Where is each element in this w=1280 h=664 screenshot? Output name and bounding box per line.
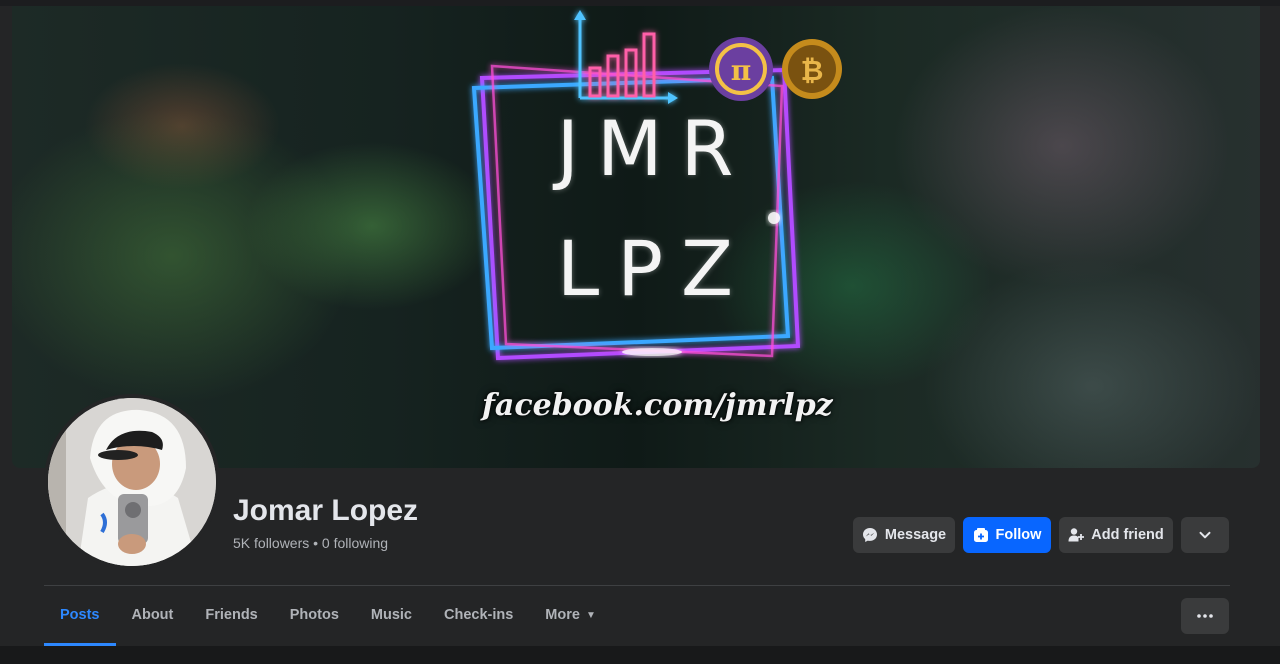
svg-text:₿: ₿ — [801, 54, 824, 87]
cover-photo[interactable]: π ₿ JMR LPZ facebook.com/jmrlpz — [12, 6, 1260, 468]
profile-name: Jomar Lopez — [233, 494, 419, 527]
cover-url-text: facebook.com/jmrlpz — [482, 388, 833, 423]
tab-label: Check-ins — [443, 607, 514, 623]
messenger-icon — [862, 528, 877, 542]
tab-photos[interactable]: Photos — [274, 586, 355, 644]
tab-check-ins[interactable]: Check-ins — [428, 586, 529, 644]
profile-tabs: Posts About Friends Photos Music Check-i… — [44, 586, 612, 646]
tab-label: More — [545, 607, 580, 623]
tab-more[interactable]: More ▼ — [529, 586, 612, 644]
follow-button[interactable]: Follow — [963, 517, 1051, 553]
add-friend-icon — [1068, 528, 1085, 542]
pi-coin-icon: π — [709, 37, 773, 101]
profile-avatar[interactable] — [44, 394, 220, 570]
tab-label: About — [131, 607, 174, 623]
tab-label: Music — [370, 607, 412, 623]
profile-stats[interactable]: 5K followers • 0 following — [233, 535, 388, 551]
tab-about[interactable]: About — [116, 586, 190, 644]
caret-down-icon: ▼ — [585, 609, 596, 621]
tab-label: Posts — [60, 607, 100, 623]
follow-icon — [973, 528, 988, 542]
tab-more-options-button[interactable] — [1181, 598, 1229, 634]
add-friend-button[interactable]: Add friend — [1059, 517, 1173, 553]
cover-title-line1: JMR — [556, 104, 752, 193]
chevron-down-icon — [1199, 531, 1211, 539]
tab-music[interactable]: Music — [355, 586, 428, 644]
tab-friends[interactable]: Friends — [189, 586, 273, 644]
follow-button-label: Follow — [995, 527, 1042, 543]
tab-label: Photos — [289, 607, 339, 623]
svg-text:π: π — [731, 54, 752, 87]
add-friend-button-label: Add friend — [1091, 527, 1164, 543]
tab-posts[interactable]: Posts — [44, 586, 116, 646]
cover-title-line2: LPZ — [556, 224, 752, 313]
page-bottom-strip — [0, 646, 1280, 664]
message-button-label: Message — [884, 527, 947, 543]
avatar-photo — [48, 398, 216, 566]
bitcoin-icon: ₿ — [782, 39, 842, 99]
tab-label: Friends — [205, 607, 258, 623]
message-button[interactable]: Message — [853, 517, 955, 553]
ellipsis-icon — [1197, 614, 1213, 618]
bar-chart-icon — [574, 10, 678, 104]
more-options-button[interactable] — [1181, 517, 1229, 553]
